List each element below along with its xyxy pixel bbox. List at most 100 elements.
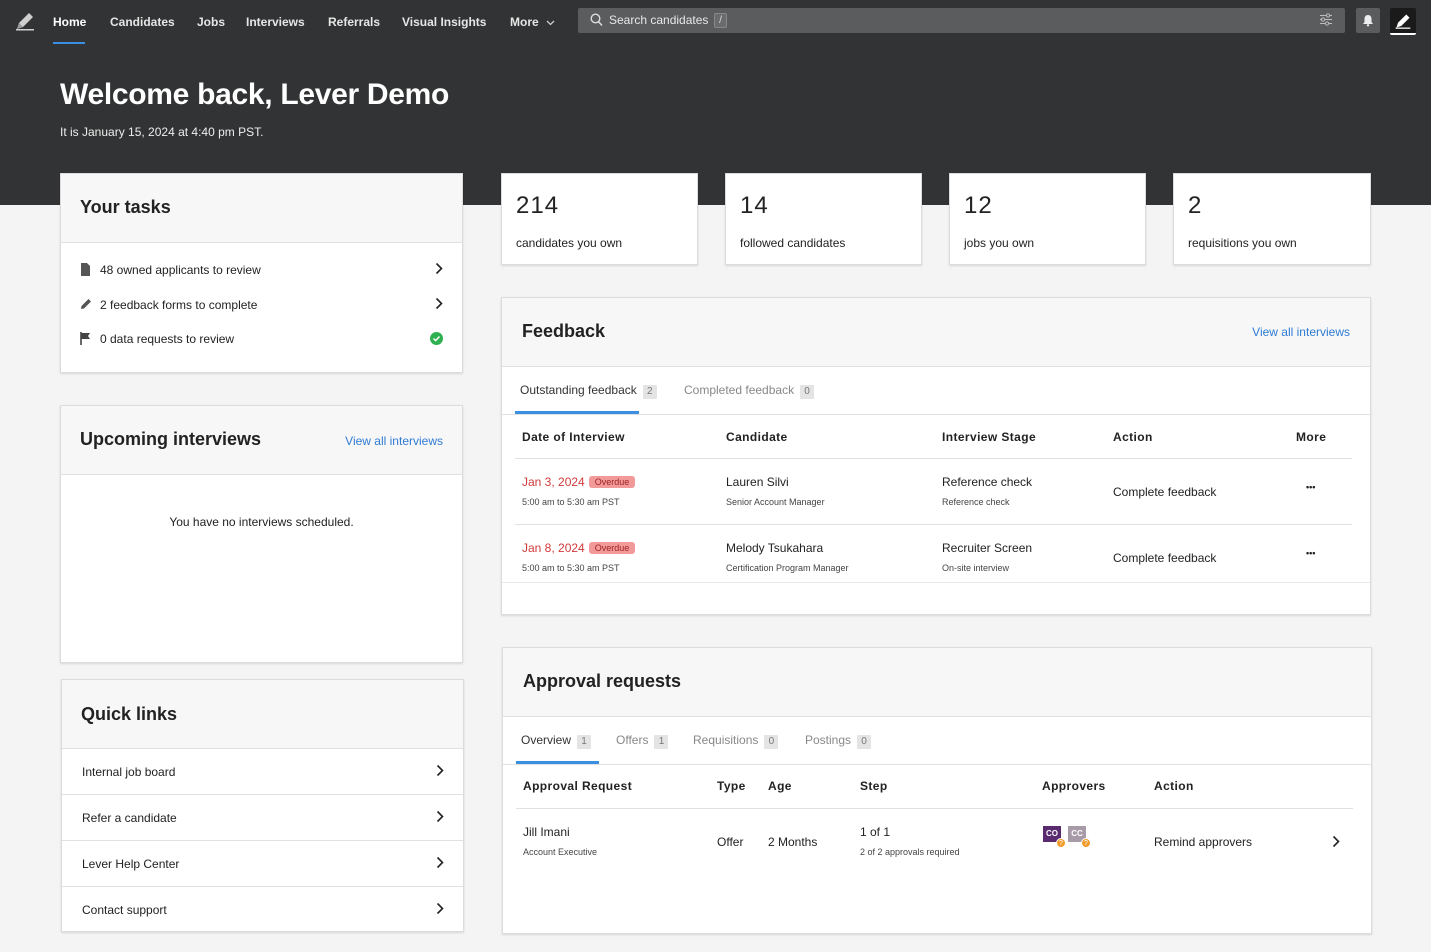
tab-requisitions[interactable]: Requisitions 0: [693, 733, 779, 749]
chevron-right-icon: [435, 262, 443, 275]
quick-link-help-center[interactable]: Lever Help Center: [62, 840, 463, 886]
nav-referrals[interactable]: Referrals: [328, 15, 380, 29]
search-placeholder: Search candidates: [609, 13, 709, 27]
tab-count-badge: 2: [642, 385, 657, 399]
approval-requests-card: Approval requests Overview 1 Offers 1 Requ…: [502, 647, 1372, 934]
request-candidate-name[interactable]: Jill Imani: [523, 825, 570, 839]
chevron-right-icon[interactable]: [1332, 835, 1340, 848]
stat-label: jobs you own: [964, 236, 1035, 250]
view-all-interviews-link[interactable]: View all interviews: [345, 434, 443, 448]
tab-label: Overview: [521, 733, 572, 747]
nav-home[interactable]: Home: [53, 15, 86, 29]
stat-followed-candidates[interactable]: 14 followed candidates: [725, 173, 922, 265]
candidate-name[interactable]: Lauren Silvi: [726, 475, 789, 489]
nav-candidates[interactable]: Candidates: [110, 15, 175, 29]
task-owned-applicants[interactable]: 48 owned applicants to review: [80, 261, 443, 281]
col-age: Age: [768, 779, 792, 793]
task-label: 0 data requests to review: [100, 332, 235, 346]
nav-interviews[interactable]: Interviews: [246, 15, 305, 29]
tab-count-badge: 1: [577, 735, 592, 749]
interview-date: Jan 8, 2024 Overdue: [522, 541, 636, 555]
header-divider: [515, 458, 1352, 459]
nav-jobs[interactable]: Jobs: [197, 15, 225, 29]
quick-link-contact-support[interactable]: Contact support: [62, 886, 463, 932]
interview-stage: Reference check: [942, 475, 1033, 489]
more-options-icon[interactable]: •••: [1306, 482, 1315, 492]
lever-logo-icon[interactable]: [14, 10, 36, 32]
tab-label: Completed feedback: [684, 383, 795, 397]
stat-jobs-owned[interactable]: 12 jobs you own: [949, 173, 1146, 265]
task-label: 48 owned applicants to review: [100, 263, 261, 277]
filter-settings-icon[interactable]: [1319, 13, 1333, 26]
nav-more[interactable]: More: [510, 15, 555, 29]
account-menu-button[interactable]: [1390, 8, 1416, 35]
stat-label: requisitions you own: [1188, 236, 1297, 250]
more-options-icon[interactable]: •••: [1306, 548, 1315, 558]
tab-label: Offers: [616, 733, 649, 747]
task-data-requests[interactable]: 0 data requests to review: [80, 330, 443, 350]
no-interviews-message: You have no interviews scheduled.: [169, 515, 354, 529]
col-more: More: [1296, 430, 1327, 444]
chevron-right-icon: [436, 856, 444, 869]
interview-time: 5:00 am to 5:30 am PST: [522, 563, 620, 573]
notifications-button[interactable]: [1356, 8, 1380, 33]
tab-count-badge: 0: [800, 385, 815, 399]
overdue-badge: Overdue: [588, 476, 636, 488]
request-age: 2 Months: [768, 835, 818, 849]
chevron-down-icon: [546, 20, 555, 26]
stat-value: 2: [1188, 192, 1203, 219]
col-candidate: Candidate: [726, 430, 788, 444]
stat-candidates-owned[interactable]: 214 candidates you own: [501, 173, 698, 265]
chevron-right-icon: [436, 902, 444, 915]
tab-outstanding-feedback[interactable]: Outstanding feedback 2: [520, 383, 657, 399]
table-bottom-divider: [502, 582, 1370, 583]
stat-value: 14: [740, 192, 769, 219]
candidate-name[interactable]: Melody Tsukahara: [726, 541, 823, 555]
stat-label: followed candidates: [740, 236, 846, 250]
chevron-right-icon: [435, 297, 443, 310]
remind-approvers-link[interactable]: Remind approvers: [1154, 835, 1252, 849]
complete-feedback-link[interactable]: Complete feedback: [1113, 485, 1216, 499]
candidate-role: Senior Account Manager: [726, 497, 825, 507]
feedback-view-all-link[interactable]: View all interviews: [1252, 325, 1350, 339]
tab-postings[interactable]: Postings 0: [805, 733, 872, 749]
quick-link-refer-candidate[interactable]: Refer a candidate: [62, 794, 463, 840]
stat-requisitions-owned[interactable]: 2 requisitions you own: [1173, 173, 1371, 265]
quick-links-title: Quick links: [81, 704, 178, 724]
tab-offers[interactable]: Offers 1: [616, 733, 669, 749]
request-step-sub: 2 of 2 approvals required: [860, 847, 960, 857]
tab-count-badge: 1: [654, 735, 669, 749]
request-candidate-role: Account Executive: [523, 847, 598, 857]
stat-value: 214: [516, 192, 560, 219]
bell-icon: [1363, 15, 1373, 27]
welcome-heading: Welcome back, Lever Demo: [60, 78, 450, 111]
complete-feedback-link[interactable]: Complete feedback: [1113, 551, 1216, 565]
chevron-right-icon: [436, 810, 444, 823]
search-input[interactable]: Search candidates /: [578, 8, 1345, 33]
tab-label: Postings: [805, 733, 852, 747]
request-step: 1 of 1: [860, 825, 891, 839]
task-feedback-forms[interactable]: 2 feedback forms to complete: [80, 296, 443, 316]
stat-label: candidates you own: [516, 236, 623, 250]
quick-link-internal-job-board[interactable]: Internal job board: [62, 748, 463, 794]
interview-date: Jan 3, 2024 Overdue: [522, 475, 636, 489]
nav-more-label: More: [510, 15, 539, 29]
pending-status-dot: ?: [1081, 838, 1091, 848]
tab-count-badge: 0: [857, 735, 872, 749]
task-label: 2 feedback forms to complete: [100, 298, 258, 312]
tab-overview[interactable]: Overview 1: [521, 733, 592, 749]
tab-label: Outstanding feedback: [520, 383, 637, 397]
tab-active-indicator: [515, 411, 639, 414]
nav-visual-insights[interactable]: Visual Insights: [402, 15, 486, 29]
interview-stage-sub: On-site interview: [942, 563, 1010, 573]
candidate-role: Certification Program Manager: [726, 563, 849, 573]
tab-completed-feedback[interactable]: Completed feedback 0: [684, 383, 815, 399]
pending-status-dot: ?: [1056, 838, 1066, 848]
tab-label: Requisitions: [693, 733, 759, 747]
flag-icon: [80, 332, 90, 345]
col-interview-stage: Interview Stage: [942, 430, 1037, 444]
interview-date-text: Jan 3, 2024: [522, 475, 585, 489]
approval-card-header: Approval requests: [503, 648, 1371, 717]
quick-links-card: Quick links Internal job board Refer a c…: [61, 679, 464, 932]
current-date-text: It is January 15, 2024 at 4:40 pm PST.: [60, 125, 264, 139]
